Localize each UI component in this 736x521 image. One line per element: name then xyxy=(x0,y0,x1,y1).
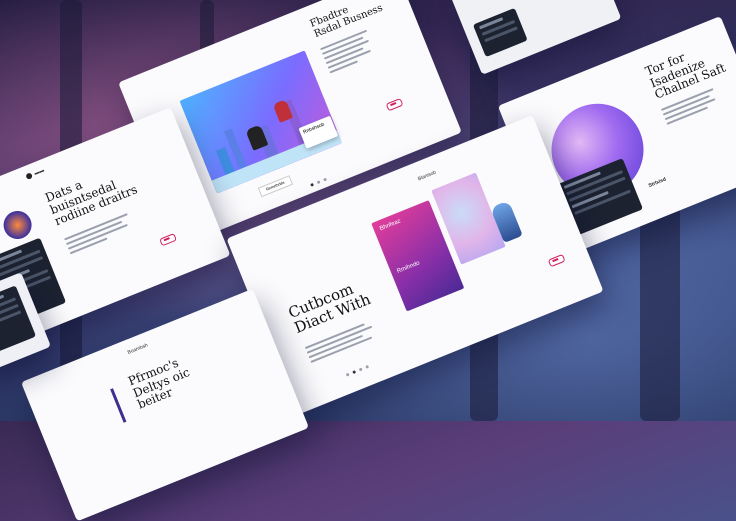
pagination-dots xyxy=(310,177,328,187)
tag-label: Blanisob xyxy=(417,169,438,183)
pagination-dots xyxy=(345,364,370,377)
character-avatar xyxy=(0,206,36,244)
brand-logo xyxy=(547,253,566,268)
brand-logo xyxy=(159,233,177,247)
caption-bar: Rnmrthrbls xyxy=(257,175,294,198)
tag-label: Boarnbsh xyxy=(126,342,149,356)
body-text xyxy=(320,28,382,76)
dashboard-panel xyxy=(472,7,528,58)
caption-tag: Strlxisd xyxy=(647,176,668,189)
dashboard-panel xyxy=(0,285,37,354)
slide-logo: ▬▬ xyxy=(25,167,45,181)
slide-title: Pfrmoc's Deltys oic beiter xyxy=(126,355,192,412)
accent-bar xyxy=(110,388,127,423)
brand-logo xyxy=(385,97,404,112)
